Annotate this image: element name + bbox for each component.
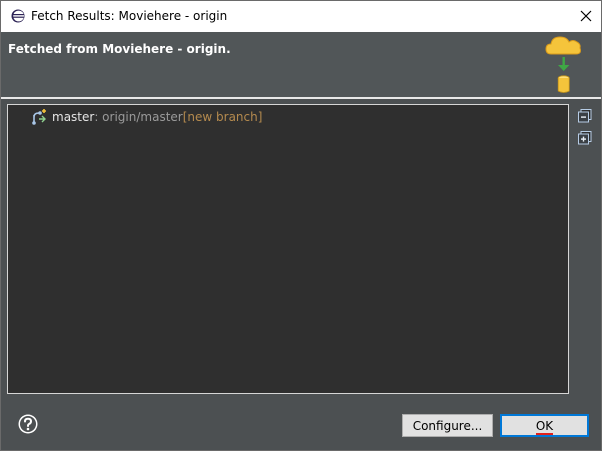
remote-ref: : origin/master — [94, 110, 183, 124]
tree-toolbar — [578, 109, 594, 153]
banner-separator — [1, 97, 601, 99]
title-bar: Fetch Results: Moviehere - origin — [1, 1, 601, 32]
collapse-all-icon[interactable] — [578, 109, 592, 123]
eclipse-app-icon — [11, 9, 25, 23]
configure-button[interactable]: Configure... — [402, 414, 493, 437]
window-title: Fetch Results: Moviehere - origin — [31, 9, 228, 23]
cloud-fetch-database-icon — [545, 36, 581, 93]
expand-all-icon[interactable] — [578, 131, 592, 145]
local-ref: master — [52, 110, 95, 124]
dialog-banner: Fetched from Moviehere - origin. — [1, 32, 601, 97]
branch-update-icon — [32, 109, 46, 125]
close-icon — [580, 10, 592, 22]
ok-button[interactable]: OK — [500, 414, 589, 437]
ok-button-label: OK — [535, 418, 554, 435]
banner-heading: Fetched from Moviehere - origin. — [8, 42, 231, 56]
ref-status: [new branch] — [182, 110, 263, 124]
fetch-results-dialog: Fetch Results: Moviehere - origin Fetche… — [0, 0, 602, 451]
tree-row[interactable]: master : origin/master [new branch] — [30, 108, 262, 126]
configure-button-label: Configure... — [412, 418, 483, 433]
fetch-results-tree[interactable]: master : origin/master [new branch] — [7, 104, 569, 394]
close-button[interactable] — [571, 2, 601, 30]
help-icon[interactable] — [18, 414, 38, 434]
